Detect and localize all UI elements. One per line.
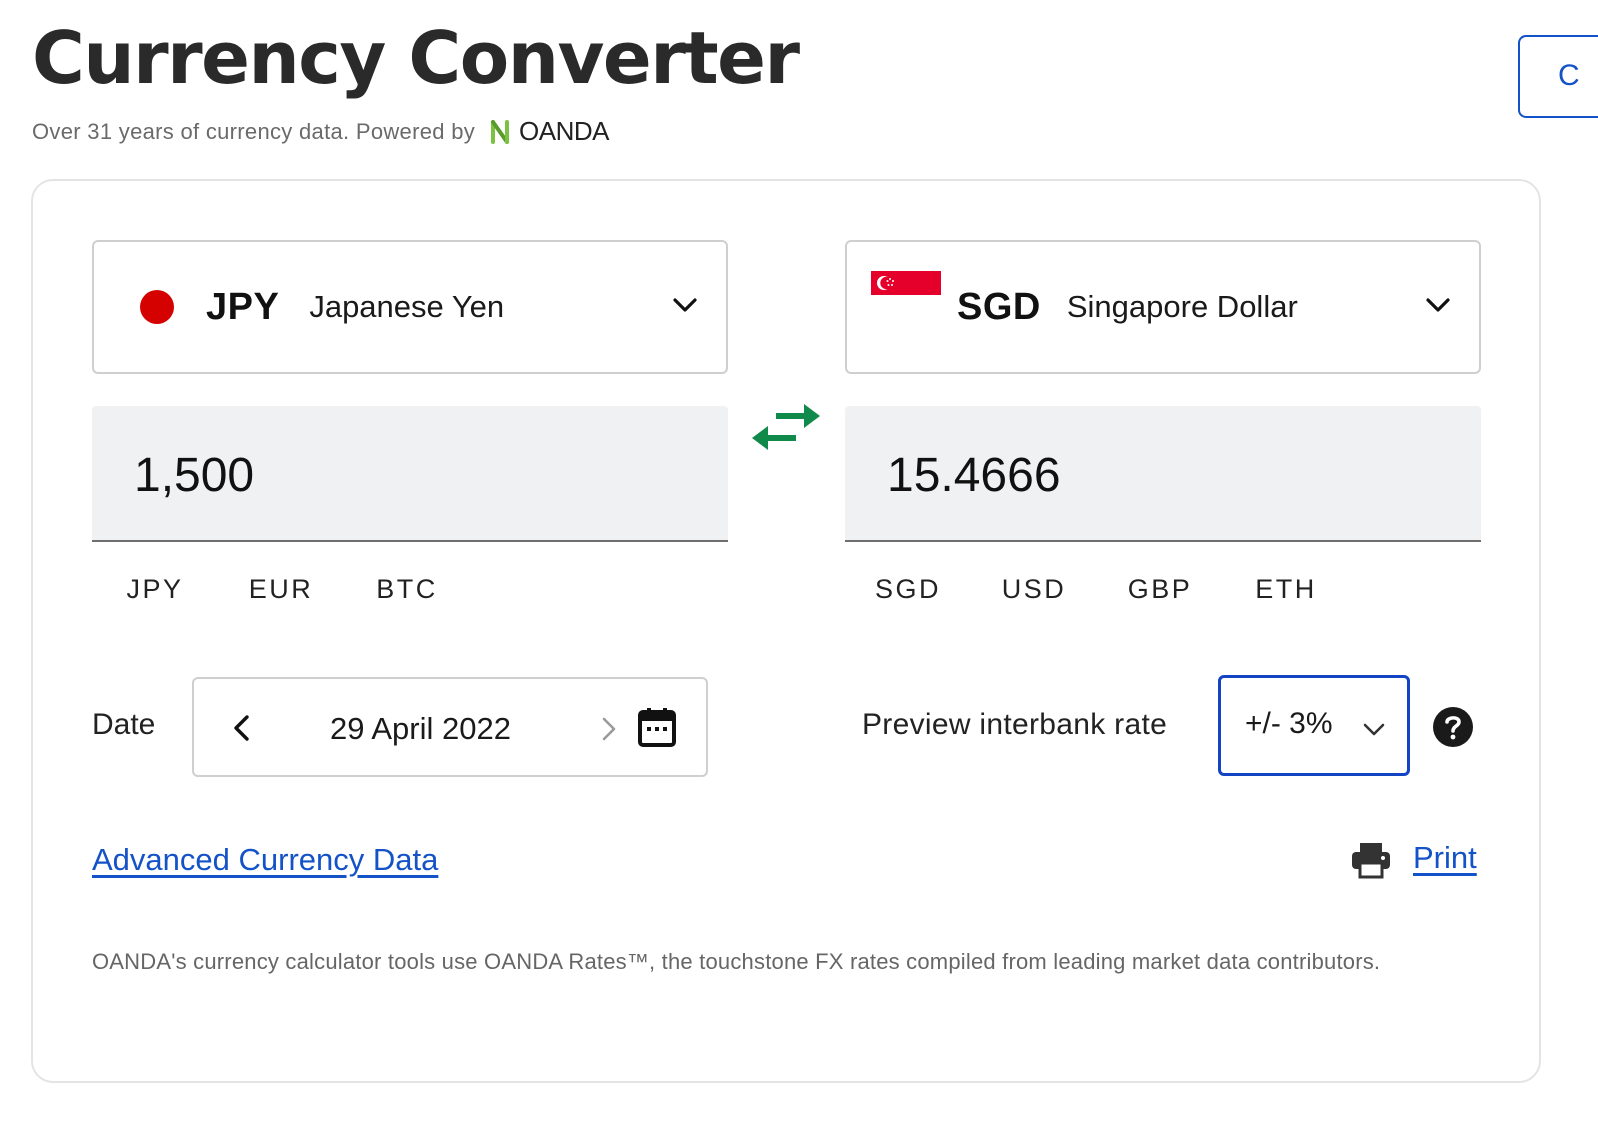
quick-currency-eur[interactable]: EUR — [218, 570, 344, 609]
quick-currency-btc[interactable]: BTC — [344, 570, 470, 609]
date-label: Date — [92, 708, 156, 741]
swap-arrows-icon[interactable] — [748, 398, 824, 460]
to-currency-name: Singapore Dollar — [1066, 289, 1298, 324]
chevron-left-icon[interactable] — [230, 714, 254, 742]
top-right-button[interactable]: C — [1518, 35, 1598, 118]
from-currency-name: Japanese Yen — [309, 289, 505, 324]
oanda-wordmark: OANDA — [519, 116, 609, 146]
quick-currency-gbp[interactable]: GBP — [1097, 570, 1223, 609]
from-quick-currencies: JPY EUR BTC — [92, 570, 470, 609]
from-currency-code: JPY — [206, 285, 280, 328]
date-picker[interactable]: 29 April 2022 — [192, 677, 708, 777]
calendar-icon[interactable] — [638, 707, 676, 747]
to-currency-code: SGD — [957, 285, 1041, 328]
advanced-currency-data-link[interactable]: Advanced Currency Data — [92, 842, 438, 878]
print-link[interactable]: Print — [1413, 840, 1477, 876]
page-title: Currency Converter — [32, 16, 800, 100]
quick-currency-eth[interactable]: ETH — [1223, 570, 1349, 609]
quick-currency-usd[interactable]: USD — [971, 570, 1097, 609]
date-value: 29 April 2022 — [330, 711, 511, 746]
quick-currency-jpy[interactable]: JPY — [92, 570, 218, 609]
chevron-down-icon — [1426, 298, 1450, 312]
from-amount-input[interactable]: 1,500 — [92, 406, 728, 542]
to-quick-currencies: SGD USD GBP ETH — [845, 570, 1349, 609]
chevron-down-icon — [1363, 723, 1385, 736]
to-amount-input[interactable]: 15.4666 — [845, 406, 1481, 542]
currency-converter-page: Currency Converter Over 31 years of curr… — [0, 0, 1598, 1134]
interbank-rate-label: Preview interbank rate — [862, 708, 1168, 741]
singapore-flag-icon — [871, 270, 941, 318]
printer-icon[interactable] — [1350, 841, 1392, 879]
subtitle-text: Over 31 years of currency data. Powered … — [32, 118, 476, 144]
interbank-rate-value: +/- 3% — [1245, 707, 1333, 740]
disclaimer-text: OANDA's currency calculator tools use OA… — [92, 949, 1381, 974]
interbank-rate-select[interactable]: +/- 3% — [1218, 675, 1410, 776]
oanda-logo: OANDA — [489, 116, 609, 147]
chevron-down-icon — [673, 298, 697, 312]
from-currency-select[interactable]: JPY Japanese Yen — [92, 240, 728, 374]
to-currency-select[interactable]: SGD Singapore Dollar — [845, 240, 1481, 374]
quick-currency-sgd[interactable]: SGD — [845, 570, 971, 609]
page-subtitle: Over 31 years of currency data. Powered … — [32, 116, 609, 147]
oanda-leaf-icon — [491, 119, 510, 144]
japan-flag-icon — [140, 290, 174, 324]
help-icon[interactable] — [1432, 706, 1474, 748]
chevron-right-icon[interactable] — [598, 716, 620, 742]
